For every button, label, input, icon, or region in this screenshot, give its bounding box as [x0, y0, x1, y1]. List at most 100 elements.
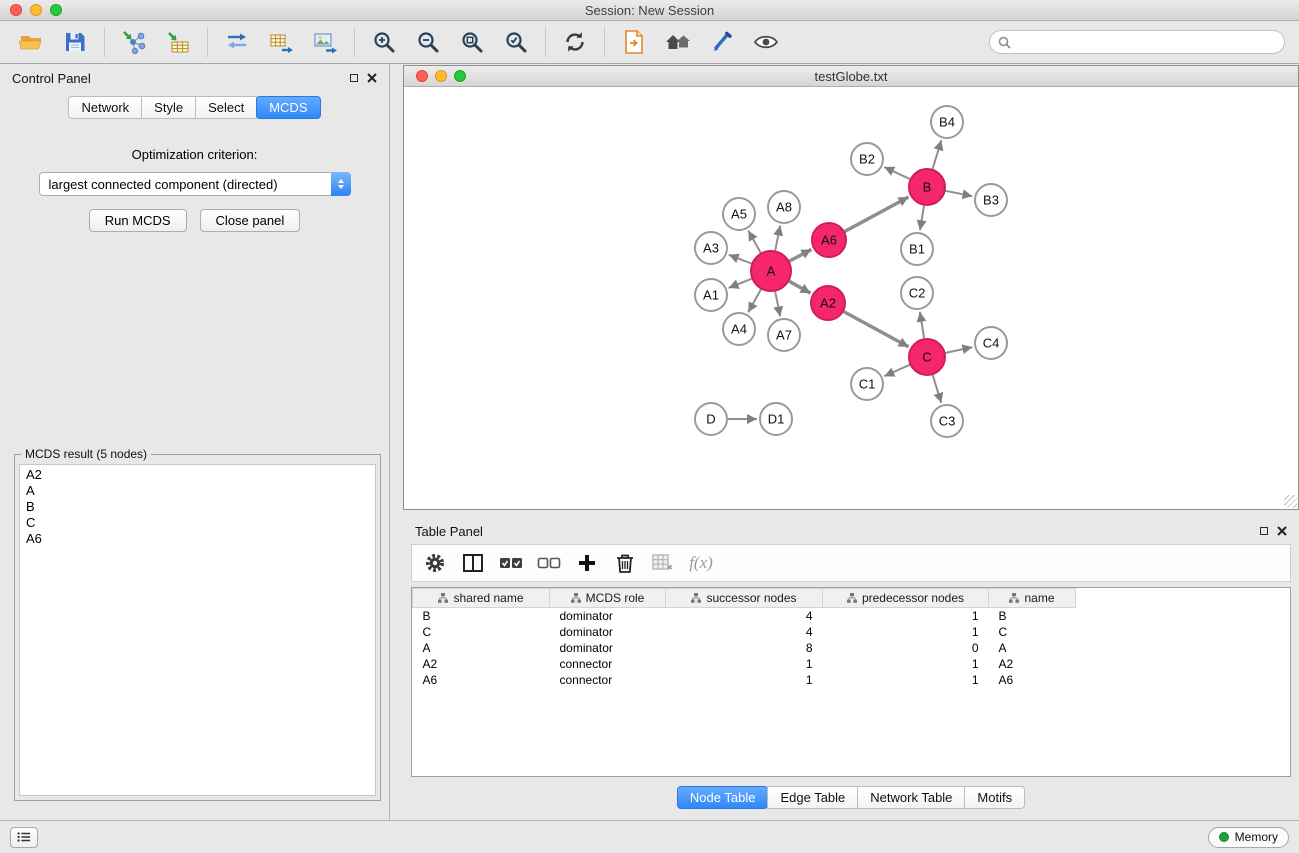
- mcds-result-list[interactable]: A2ABCA6: [19, 464, 376, 796]
- table-settings-button[interactable]: [416, 547, 454, 579]
- tab-node-table[interactable]: Node Table: [677, 786, 769, 809]
- table-cell[interactable]: C: [413, 624, 550, 640]
- add-row-button[interactable]: [568, 547, 606, 579]
- graph-edge[interactable]: [775, 226, 780, 251]
- table-cell[interactable]: 4: [666, 608, 823, 624]
- export-table-button[interactable]: [260, 25, 302, 59]
- table-cell[interactable]: dominator: [550, 640, 666, 656]
- deselect-all-button[interactable]: [530, 547, 568, 579]
- open-session-button[interactable]: [10, 25, 52, 59]
- table-cell[interactable]: 1: [823, 672, 989, 688]
- tab-motifs[interactable]: Motifs: [964, 786, 1025, 809]
- graph-edge[interactable]: [844, 312, 909, 347]
- graph-edge[interactable]: [933, 375, 942, 403]
- table-cell[interactable]: 1: [823, 656, 989, 672]
- graph-node-A3[interactable]: A3: [695, 232, 727, 264]
- graph-node-A5[interactable]: A5: [723, 198, 755, 230]
- apply-layout-button[interactable]: [554, 25, 596, 59]
- import-network-button[interactable]: [113, 25, 155, 59]
- tab-mcds[interactable]: MCDS: [256, 96, 320, 119]
- close-window-button[interactable]: [10, 4, 22, 16]
- column-header-name[interactable]: name: [989, 589, 1076, 608]
- graph-node-A8[interactable]: A8: [768, 191, 800, 223]
- graph-edge[interactable]: [946, 347, 973, 353]
- zoom-out-button[interactable]: [407, 25, 449, 59]
- graph-node-B1[interactable]: B1: [901, 233, 933, 265]
- table-cell[interactable]: 1: [823, 608, 989, 624]
- import-table-button[interactable]: [157, 25, 199, 59]
- close-panel-button[interactable]: Close panel: [200, 209, 301, 232]
- zoom-in-button[interactable]: [363, 25, 405, 59]
- graph-edge[interactable]: [729, 279, 752, 288]
- network-graph[interactable]: B4B2BB3B1A5A8A6A3AA1A2A4A7C2C4CC1C3DD1: [404, 88, 1298, 509]
- table-cell[interactable]: A6: [989, 672, 1076, 688]
- table-cell[interactable]: connector: [550, 672, 666, 688]
- table-cell[interactable]: A6: [413, 672, 550, 688]
- table-row[interactable]: Adominator80A: [413, 640, 1076, 656]
- close-table-panel-icon[interactable]: [1277, 526, 1287, 536]
- resize-handle[interactable]: [1284, 495, 1297, 508]
- close-panel-icon[interactable]: [367, 73, 377, 83]
- graph-node-B[interactable]: B: [909, 169, 945, 205]
- import-network-database-button[interactable]: [613, 25, 655, 59]
- column-header-successor-nodes[interactable]: successor nodes: [666, 589, 823, 608]
- graph-node-C3[interactable]: C3: [931, 405, 963, 437]
- graph-edge[interactable]: [845, 197, 909, 231]
- graph-node-C[interactable]: C: [909, 339, 945, 375]
- graph-node-A2[interactable]: A2: [811, 286, 845, 320]
- table-cell[interactable]: A: [989, 640, 1076, 656]
- graph-node-C2[interactable]: C2: [901, 277, 933, 309]
- table-row[interactable]: A6connector11A6: [413, 672, 1076, 688]
- close-network-window-button[interactable]: [416, 70, 428, 82]
- tab-network-table[interactable]: Network Table: [857, 786, 965, 809]
- graph-node-B4[interactable]: B4: [931, 106, 963, 138]
- network-canvas[interactable]: B4B2BB3B1A5A8A6A3AA1A2A4A7C2C4CC1C3DD1: [404, 88, 1298, 509]
- float-panel-icon[interactable]: [350, 74, 358, 82]
- graph-edge[interactable]: [775, 292, 780, 317]
- minimize-window-button[interactable]: [30, 4, 42, 16]
- graph-edge[interactable]: [946, 191, 973, 196]
- function-builder-button[interactable]: f(x): [682, 547, 720, 579]
- save-session-button[interactable]: [54, 25, 96, 59]
- result-item[interactable]: B: [26, 499, 369, 515]
- graph-node-A[interactable]: A: [751, 251, 791, 291]
- zoom-window-button[interactable]: [50, 4, 62, 16]
- graph-edge[interactable]: [884, 167, 910, 179]
- graph-node-A7[interactable]: A7: [768, 319, 800, 351]
- column-header-MCDS-role[interactable]: MCDS role: [550, 589, 666, 608]
- graph-node-B3[interactable]: B3: [975, 184, 1007, 216]
- table-cell[interactable]: 8: [666, 640, 823, 656]
- table-row[interactable]: Cdominator41C: [413, 624, 1076, 640]
- table-cell[interactable]: A2: [413, 656, 550, 672]
- export-network-button[interactable]: [216, 25, 258, 59]
- graph-edge[interactable]: [748, 289, 761, 312]
- search-input[interactable]: [1016, 34, 1276, 51]
- export-image-button[interactable]: [304, 25, 346, 59]
- minimize-network-window-button[interactable]: [435, 70, 447, 82]
- tab-network[interactable]: Network: [68, 96, 142, 119]
- tab-style[interactable]: Style: [141, 96, 196, 119]
- graph-node-B2[interactable]: B2: [851, 143, 883, 175]
- graph-node-C1[interactable]: C1: [851, 368, 883, 400]
- delete-rows-button[interactable]: [606, 547, 644, 579]
- table-cell[interactable]: 0: [823, 640, 989, 656]
- table-cell[interactable]: B: [989, 608, 1076, 624]
- memory-button[interactable]: Memory: [1208, 827, 1289, 848]
- table-cell[interactable]: C: [989, 624, 1076, 640]
- result-item[interactable]: A2: [26, 467, 369, 483]
- result-item[interactable]: A: [26, 483, 369, 499]
- zoom-fit-button[interactable]: [451, 25, 493, 59]
- tab-select[interactable]: Select: [195, 96, 257, 119]
- table-cell[interactable]: A2: [989, 656, 1076, 672]
- graph-edge[interactable]: [790, 249, 812, 261]
- graph-edge[interactable]: [789, 281, 810, 293]
- table-cell[interactable]: B: [413, 608, 550, 624]
- annotations-button[interactable]: [701, 25, 743, 59]
- graph-edge[interactable]: [920, 206, 924, 230]
- tab-edge-table[interactable]: Edge Table: [767, 786, 858, 809]
- graph-edge[interactable]: [920, 312, 924, 338]
- split-columns-button[interactable]: [454, 547, 492, 579]
- table-cell[interactable]: dominator: [550, 624, 666, 640]
- run-mcds-button[interactable]: Run MCDS: [89, 209, 187, 232]
- table-row[interactable]: A2connector11A2: [413, 656, 1076, 672]
